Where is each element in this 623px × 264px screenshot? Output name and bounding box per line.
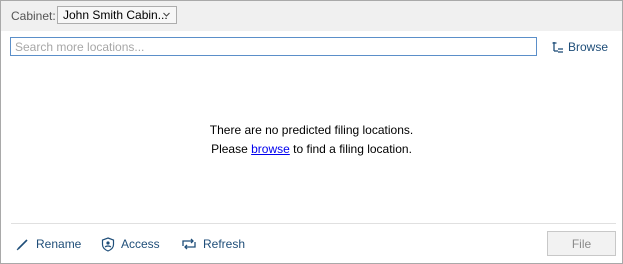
- browse-button[interactable]: Browse: [552, 39, 608, 55]
- empty-state-line2: Please browse to find a filing location.: [1, 140, 622, 159]
- empty-state-suffix: to find a filing location.: [293, 142, 412, 156]
- pencil-icon: [16, 239, 28, 251]
- tree-browse-icon: [552, 42, 563, 53]
- empty-state-line1: There are no predicted filing locations.: [209, 123, 414, 137]
- rename-button[interactable]: Rename: [16, 236, 81, 252]
- access-button-label: Access: [121, 237, 160, 251]
- browse-button-label: Browse: [568, 40, 609, 54]
- shield-user-icon: [101, 236, 115, 252]
- access-button[interactable]: Access: [101, 236, 160, 252]
- search-input[interactable]: [10, 37, 537, 56]
- cabinet-dropdown[interactable]: John Smith Cabin...: [57, 6, 177, 24]
- cabinet-label: Cabinet:: [11, 9, 56, 23]
- empty-state-prefix: Please: [211, 142, 248, 156]
- refresh-button-label: Refresh: [203, 237, 246, 251]
- rename-button-label: Rename: [36, 237, 82, 251]
- refresh-button[interactable]: Refresh: [181, 236, 245, 252]
- empty-state-message: There are no predicted filing locations.…: [1, 121, 622, 159]
- cabinet-dropdown-value: John Smith Cabin...: [63, 8, 168, 22]
- file-button[interactable]: File: [547, 231, 616, 256]
- chevron-down-icon: [163, 12, 170, 17]
- refresh-arrows-icon: [182, 238, 196, 250]
- footer-divider: [11, 223, 616, 224]
- browse-link[interactable]: browse: [251, 142, 290, 156]
- header-bar: Cabinet: John Smith Cabin...: [1, 1, 622, 31]
- filing-panel: Cabinet: John Smith Cabin... Browse Ther…: [0, 0, 623, 264]
